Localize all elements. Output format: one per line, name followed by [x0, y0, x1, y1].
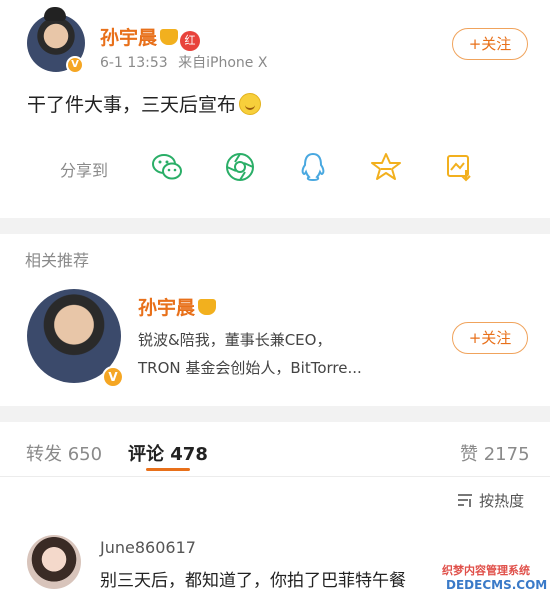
wechat-icon[interactable]	[150, 150, 184, 184]
tab-repost[interactable]: 转发 650	[26, 440, 102, 466]
qq-icon[interactable]	[296, 150, 330, 184]
related-desc-line1: 锐波&陪我，董事长兼CEO，	[138, 331, 332, 349]
comment-avatar[interactable]	[27, 535, 81, 589]
section-divider	[0, 406, 550, 422]
watermark-logo: 织梦内容管理系统 DEDECMS.COM	[432, 560, 550, 597]
smile-emoji-icon	[239, 93, 262, 115]
tab-comments[interactable]: 评论 478	[128, 440, 208, 466]
crown-icon	[198, 299, 217, 315]
verified-badge: V	[66, 56, 84, 74]
moments-icon[interactable]	[223, 150, 257, 184]
watermark-line1: 织梦内容管理系统	[442, 564, 530, 577]
save-image-icon[interactable]	[442, 150, 476, 184]
related-title: 相关推荐	[25, 251, 90, 270]
watermark-line2: DEDECMS.COM	[446, 578, 548, 592]
related-desc-line2: TRON 基金会创始人，BitTorre...	[138, 359, 362, 377]
section-divider	[0, 218, 550, 234]
tabs-divider	[0, 476, 550, 477]
follow-button[interactable]: +关注	[452, 28, 528, 60]
qzone-star-icon[interactable]	[369, 150, 403, 184]
verified-badge: V	[102, 366, 124, 388]
tab-active-indicator	[146, 468, 190, 471]
post-timestamp: 6-1 13:53	[100, 55, 168, 71]
related-follow-button[interactable]: +关注	[452, 322, 528, 354]
comment-text: 别三天后，都知道了，你拍了巴菲特午餐	[100, 571, 406, 591]
red-badge: 红	[180, 31, 201, 51]
sort-icon[interactable]	[456, 492, 474, 508]
related-name[interactable]: 孙宇晨	[138, 297, 195, 319]
post-author-name[interactable]: 孙宇晨	[100, 27, 157, 49]
post-text: 干了件大事，三天后宣布	[27, 94, 237, 116]
crown-icon	[160, 29, 179, 45]
sort-by-hot[interactable]: 按热度	[479, 492, 524, 510]
pet-hat-decoration	[44, 7, 66, 21]
share-label: 分享到	[60, 161, 109, 180]
tab-likes[interactable]: 赞 2175	[460, 440, 530, 466]
post-source: 来自iPhone X	[178, 55, 268, 71]
comment-username[interactable]: June860617	[100, 538, 196, 557]
